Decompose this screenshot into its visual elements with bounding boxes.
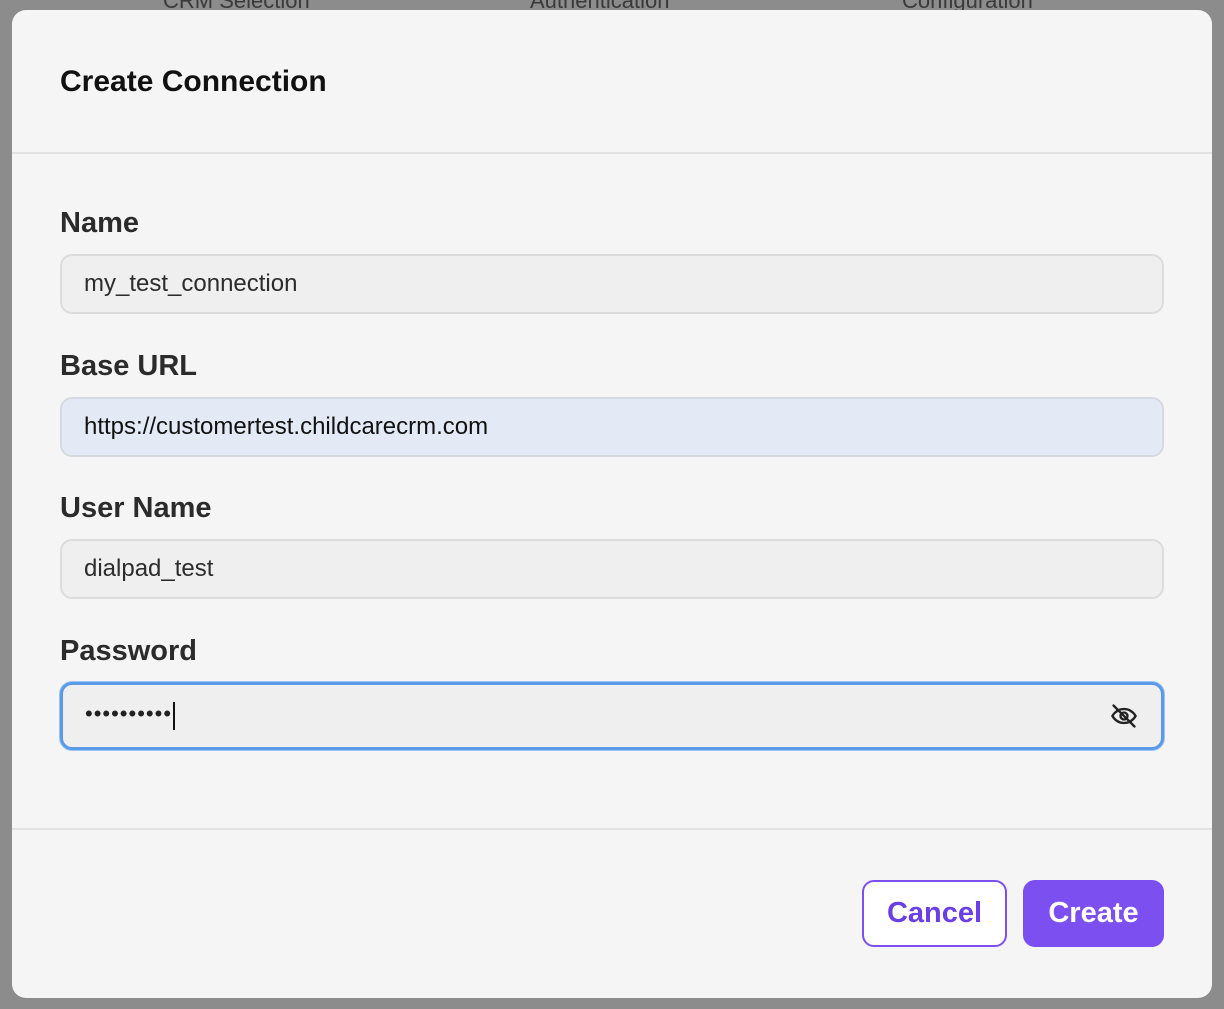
user-name-field[interactable] — [60, 539, 1164, 599]
password-input[interactable]: •••••••••• — [85, 701, 1109, 730]
name-input[interactable] — [84, 270, 1140, 298]
dialog-footer: Cancel Create — [12, 830, 1212, 998]
password-label: Password — [60, 635, 197, 667]
password-field[interactable]: •••••••••• — [60, 682, 1164, 750]
eye-off-icon[interactable] — [1109, 701, 1139, 731]
base-url-field[interactable] — [60, 397, 1164, 457]
dialog-header: Create Connection — [12, 10, 1212, 154]
dialog-title: Create Connection — [60, 65, 327, 98]
password-masked-value: •••••••••• — [85, 701, 173, 726]
create-button[interactable]: Create — [1023, 880, 1164, 947]
base-url-label: Base URL — [60, 350, 197, 382]
dialog-body: Name Base URL User Name Password •••••••… — [12, 154, 1212, 830]
name-field[interactable] — [60, 254, 1164, 314]
name-label: Name — [60, 207, 139, 239]
base-url-input[interactable] — [84, 413, 1140, 441]
user-name-label: User Name — [60, 492, 212, 524]
create-connection-dialog: Create Connection Name Base URL User Nam… — [12, 10, 1212, 998]
cancel-button[interactable]: Cancel — [862, 880, 1007, 947]
user-name-input[interactable] — [84, 555, 1140, 583]
text-caret — [173, 702, 176, 730]
